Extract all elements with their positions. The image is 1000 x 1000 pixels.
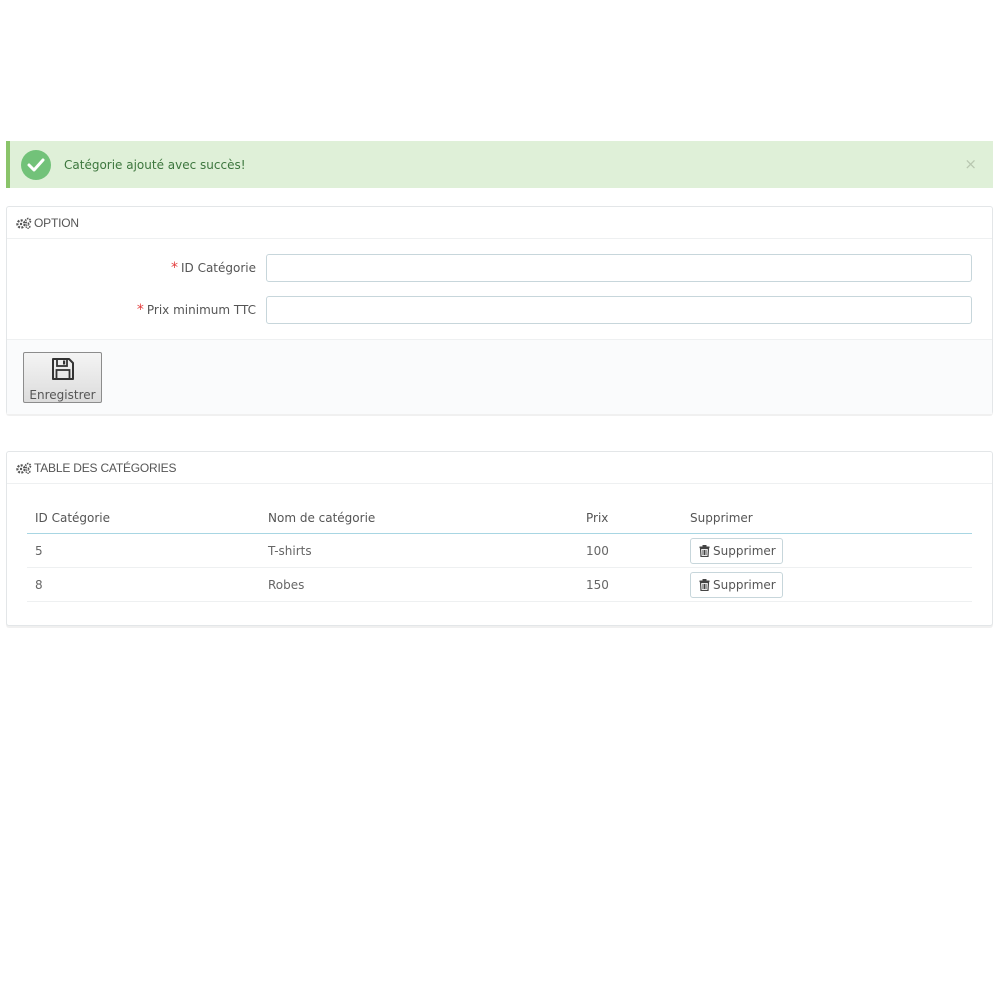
delete-button[interactable]: Supprimer	[690, 571, 783, 598]
trash-icon	[699, 544, 710, 557]
success-alert: Catégorie ajouté avec succès! ×	[6, 141, 993, 188]
cell-name: Robes	[268, 577, 305, 592]
option-panel-title: OPTION	[34, 215, 79, 230]
prix-minimum-label: * Prix minimum TTC	[136, 302, 256, 318]
alert-message: Catégorie ajouté avec succès!	[64, 157, 246, 172]
delete-button-label: Supprimer	[713, 577, 776, 592]
categories-table-panel: TABLE DES CATÉGORIES ID Catégorie Nom de…	[6, 451, 993, 626]
save-button[interactable]: Enregistrer	[23, 352, 102, 403]
table-row: 5 T-shirts 100 Supprimer	[27, 534, 972, 568]
column-header-delete: Supprimer	[690, 510, 753, 525]
cell-id: 8	[35, 577, 43, 592]
table-panel-heading: TABLE DES CATÉGORIES	[7, 452, 992, 484]
column-header-name: Nom de catégorie	[268, 510, 376, 525]
delete-button[interactable]: Supprimer	[690, 537, 783, 564]
close-icon[interactable]: ×	[964, 156, 977, 172]
option-panel-footer: Enregistrer	[7, 339, 992, 414]
required-mark: *	[170, 260, 178, 276]
table-panel-title: TABLE DES CATÉGORIES	[34, 460, 177, 475]
column-header-price: Prix	[586, 510, 609, 525]
check-circle-icon	[21, 149, 51, 180]
cogs-icon	[16, 217, 32, 229]
form-row-prix-minimum: * Prix minimum TTC	[7, 296, 992, 324]
prix-minimum-input[interactable]	[266, 296, 972, 324]
form-row-id-categorie: * ID Catégorie	[7, 254, 992, 282]
trash-icon	[699, 578, 710, 591]
cell-price: 100	[586, 543, 609, 558]
id-categorie-input[interactable]	[266, 254, 972, 282]
categories-table: ID Catégorie Nom de catégorie Prix Suppr…	[27, 502, 972, 602]
option-panel: OPTION * ID Catégorie * Prix minimum TTC E…	[6, 206, 993, 414]
table-header: ID Catégorie Nom de catégorie Prix Suppr…	[27, 502, 972, 534]
table-row: 8 Robes 150 Supprimer	[27, 568, 972, 602]
cell-name: T-shirts	[268, 543, 312, 558]
option-panel-heading: OPTION	[7, 207, 992, 239]
save-button-label: Enregistrer	[29, 388, 96, 402]
cogs-icon	[16, 462, 32, 474]
column-header-id: ID Catégorie	[35, 510, 111, 525]
floppy-disk-icon	[50, 356, 76, 385]
id-categorie-label: * ID Catégorie	[170, 260, 256, 276]
cell-id: 5	[35, 543, 43, 558]
required-mark: *	[136, 302, 144, 318]
cell-price: 150	[586, 577, 609, 592]
delete-button-label: Supprimer	[713, 543, 776, 558]
